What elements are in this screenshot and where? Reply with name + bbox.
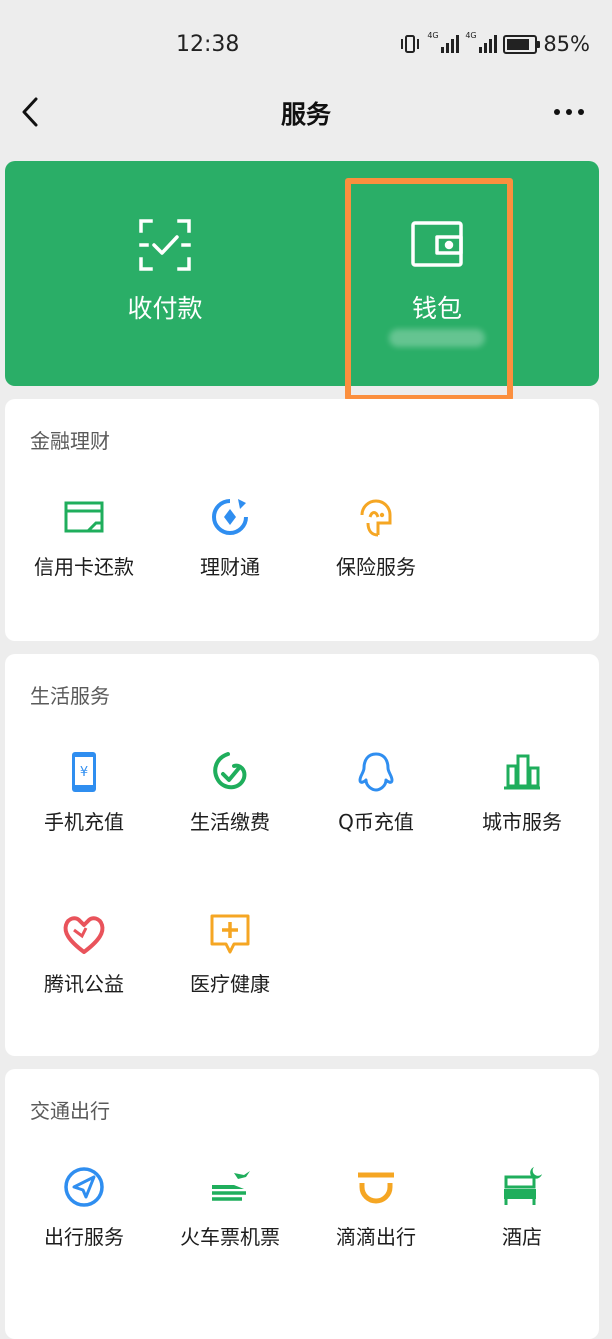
section-title: 交通出行 (30, 1099, 110, 1123)
service-credit-card[interactable]: 信用卡还款 (10, 495, 158, 580)
charity-heart-icon (63, 916, 105, 954)
highlight-box (345, 178, 513, 401)
service-label: 城市服务 (482, 810, 562, 834)
service-city[interactable]: 城市服务 (448, 750, 596, 835)
utility-payment-icon (213, 752, 247, 790)
page-title: 服务 (280, 100, 331, 129)
service-label: 手机充值 (44, 810, 124, 834)
status-time: 12:38 (176, 32, 240, 57)
status-bar: 12:38 4G 4G 85% (0, 0, 612, 90)
insurance-icon (360, 499, 392, 537)
qq-penguin-icon (358, 752, 394, 792)
hotel-bed-icon (504, 1167, 542, 1205)
signal-icon: 4G (465, 31, 498, 53)
pay-receive-button[interactable]: 收付款 (50, 161, 280, 386)
battery-percent: 85% (543, 32, 590, 56)
service-label: 火车票机票 (180, 1225, 280, 1249)
service-label: 滴滴出行 (336, 1225, 416, 1249)
service-label: 保险服务 (336, 555, 416, 579)
service-label: Q币充值 (338, 810, 414, 834)
service-travel[interactable]: 出行服务 (10, 1165, 158, 1250)
vibrate-icon (401, 35, 420, 53)
transport-section: 交通出行 出行服务 火车票机票 滴滴出行 酒店 (5, 1069, 599, 1339)
battery-icon (503, 34, 541, 54)
service-wealth[interactable]: 理财通 (156, 495, 304, 580)
scan-frame-icon (139, 219, 191, 271)
section-title: 金融理财 (30, 429, 110, 453)
status-icons: 4G 4G 85% (399, 31, 590, 56)
service-train-plane[interactable]: 火车票机票 (156, 1165, 304, 1250)
navigation-arrow-icon (64, 1167, 104, 1207)
service-label: 酒店 (502, 1225, 542, 1249)
pay-receive-label: 收付款 (127, 294, 203, 323)
service-medical[interactable]: 医疗健康 (156, 912, 304, 997)
service-label: 理财通 (200, 555, 260, 579)
nav-bar: 服务 (0, 80, 612, 144)
credit-card-icon (64, 501, 104, 533)
service-hotel[interactable]: 酒店 (448, 1165, 596, 1250)
svg-text:¥: ¥ (80, 765, 88, 780)
train-plane-icon (212, 1171, 250, 1201)
life-services-section: 生活服务 ¥ 手机充值 生活缴费 Q币充值 城市服务 腾讯公益 医疗健康 (5, 654, 599, 1056)
didi-icon (358, 1172, 394, 1204)
wealth-icon (212, 499, 248, 535)
phone-recharge-icon: ¥ (72, 752, 96, 792)
more-options-icon[interactable] (554, 102, 586, 122)
service-label: 信用卡还款 (34, 555, 134, 579)
service-utility[interactable]: 生活缴费 (156, 750, 304, 835)
service-qcoin[interactable]: Q币充值 (302, 750, 450, 835)
city-buildings-icon (504, 754, 540, 790)
service-insurance[interactable]: 保险服务 (302, 495, 450, 580)
service-label: 生活缴费 (190, 810, 270, 834)
service-didi[interactable]: 滴滴出行 (302, 1165, 450, 1250)
service-label: 出行服务 (44, 1225, 124, 1249)
finance-section: 金融理财 信用卡还款 理财通 保险服务 (5, 399, 599, 641)
medical-plus-icon (210, 914, 250, 954)
service-label: 腾讯公益 (44, 972, 124, 996)
service-charity[interactable]: 腾讯公益 (10, 912, 158, 997)
section-title: 生活服务 (30, 684, 110, 708)
signal-icon: 4G (427, 31, 460, 53)
service-phone-recharge[interactable]: ¥ 手机充值 (10, 750, 158, 835)
service-label: 医疗健康 (190, 972, 270, 996)
